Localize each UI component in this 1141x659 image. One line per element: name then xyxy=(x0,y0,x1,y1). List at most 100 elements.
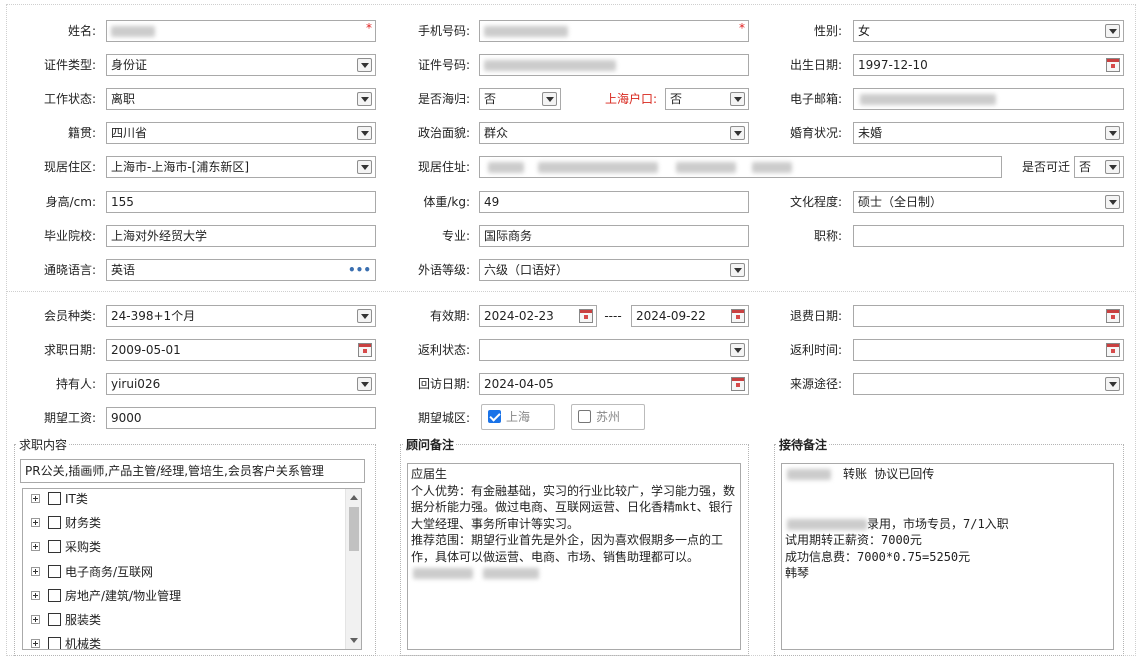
checkbox-icon[interactable] xyxy=(48,589,61,602)
scroll-down-icon[interactable] xyxy=(350,638,358,643)
chevron-down-icon[interactable] xyxy=(730,126,745,140)
chevron-down-icon[interactable] xyxy=(357,309,372,323)
name-field[interactable]: * xyxy=(106,20,376,42)
phone-field[interactable]: * xyxy=(479,20,749,42)
checkbox-icon[interactable] xyxy=(48,516,61,529)
scroll-up-icon[interactable] xyxy=(350,495,358,500)
revisit-date-field[interactable]: 2024-04-05 xyxy=(479,373,749,395)
weight-field[interactable]: 49 xyxy=(479,191,749,213)
city-suzhou-label: 苏州 xyxy=(596,410,621,424)
tree-item[interactable]: 机械类 xyxy=(31,634,101,649)
more-icon[interactable]: ••• xyxy=(348,260,371,280)
calendar-icon[interactable] xyxy=(731,309,745,323)
major-field[interactable]: 国际商务 xyxy=(479,225,749,247)
tree-item[interactable]: 服装类 xyxy=(31,610,101,630)
idno-field[interactable] xyxy=(479,54,749,76)
calendar-icon[interactable] xyxy=(1106,343,1120,357)
chevron-down-icon[interactable] xyxy=(730,92,745,106)
valid-to-field[interactable]: 2024-09-22 xyxy=(631,305,749,327)
tree-item[interactable]: 房地产/建筑/物业管理 xyxy=(31,586,181,606)
tree-item[interactable]: IT类 xyxy=(31,489,88,509)
calendar-icon[interactable] xyxy=(731,377,745,391)
checkbox-icon[interactable] xyxy=(48,613,61,626)
expand-icon[interactable] xyxy=(31,494,40,503)
weight-label: 体重/kg: xyxy=(423,195,470,209)
city-suzhou-checkbox[interactable]: 苏州 xyxy=(571,404,645,430)
refund-date-field[interactable] xyxy=(853,305,1124,327)
holder-select[interactable]: yirui026 xyxy=(106,373,376,395)
language-field[interactable]: 英语 ••• xyxy=(106,259,376,281)
marital-select[interactable]: 未婚 xyxy=(853,122,1124,144)
valid-from-field[interactable]: 2024-02-23 xyxy=(479,305,597,327)
idtype-select[interactable]: 身份证 xyxy=(106,54,376,76)
chevron-down-icon[interactable] xyxy=(730,343,745,357)
chevron-down-icon[interactable] xyxy=(357,92,372,106)
tree-item[interactable]: 电子商务/互联网 xyxy=(31,562,153,582)
expand-icon[interactable] xyxy=(31,591,40,600)
jobdate-field[interactable]: 2009-05-01 xyxy=(106,339,376,361)
birth-date-field[interactable]: 1997-12-10 xyxy=(853,54,1124,76)
calendar-icon[interactable] xyxy=(358,343,372,357)
expand-icon[interactable] xyxy=(31,615,40,624)
height-field[interactable]: 155 xyxy=(106,191,376,213)
checkbox-icon[interactable] xyxy=(48,540,61,553)
workstatus-select[interactable]: 离职 xyxy=(106,88,376,110)
calendar-icon[interactable] xyxy=(1106,309,1120,323)
tree-item[interactable]: 财务类 xyxy=(31,513,101,533)
chevron-down-icon[interactable] xyxy=(730,263,745,277)
school-label: 毕业院校: xyxy=(43,229,96,243)
school-value: 上海对外经贸大学 xyxy=(111,229,208,243)
salary-field[interactable]: 9000 xyxy=(106,407,376,429)
chevron-down-icon[interactable] xyxy=(1105,377,1120,391)
rebatetime-field[interactable] xyxy=(853,339,1124,361)
expand-icon[interactable] xyxy=(31,542,40,551)
political-select[interactable]: 群众 xyxy=(479,122,749,144)
calendar-icon[interactable] xyxy=(579,309,593,323)
chevron-down-icon[interactable] xyxy=(357,377,372,391)
checkbox-icon[interactable] xyxy=(48,565,61,578)
chevron-down-icon[interactable] xyxy=(357,160,372,174)
marital-label: 婚育状况: xyxy=(789,126,842,140)
calendar-icon[interactable] xyxy=(1106,58,1120,72)
source-select[interactable] xyxy=(853,373,1124,395)
native-select[interactable]: 四川省 xyxy=(106,122,376,144)
advisor-notes-textarea[interactable]: 应届生 个人优势：有金融基础，实习的行业比较广，学习能力强，数据分析能力强。做过… xyxy=(407,463,741,650)
expand-icon[interactable] xyxy=(31,567,40,576)
checkbox-icon[interactable] xyxy=(578,410,591,423)
chevron-down-icon[interactable] xyxy=(542,92,557,106)
tree-item[interactable]: 采购类 xyxy=(31,537,101,557)
chevron-down-icon[interactable] xyxy=(1105,160,1120,174)
residence-select[interactable]: 上海市-上海市-[浦东新区] xyxy=(106,156,376,178)
checkbox-icon[interactable] xyxy=(48,637,61,649)
expand-icon[interactable] xyxy=(31,518,40,527)
school-field[interactable]: 上海对外经贸大学 xyxy=(106,225,376,247)
tree-scrollbar[interactable] xyxy=(345,489,361,649)
source-label: 来源途径: xyxy=(789,377,842,391)
returnee-select[interactable]: 否 xyxy=(479,88,561,110)
chevron-down-icon[interactable] xyxy=(357,58,372,72)
checkbox-checked-icon[interactable] xyxy=(488,410,501,423)
chevron-down-icon[interactable] xyxy=(1105,195,1120,209)
reception-notes-textarea[interactable]: 转账 协议已回传 录用，市场专员，7/1入职 试用期转正薪资：7000元 成功信… xyxy=(781,463,1114,650)
address-field[interactable] xyxy=(479,156,1002,178)
expand-icon[interactable] xyxy=(31,639,40,648)
job-category-tree[interactable]: IT类 财务类 采购类 电子商务/互联网 房地产/建筑/物业管理 服装类 机械类 xyxy=(22,488,362,650)
hukou-select[interactable]: 否 xyxy=(665,88,749,110)
relocate-select[interactable]: 否 xyxy=(1074,156,1124,178)
political-label: 政治面貌: xyxy=(417,126,470,140)
scroll-thumb[interactable] xyxy=(349,507,359,551)
education-select[interactable]: 硕士（全日制） xyxy=(853,191,1124,213)
job-content-summary[interactable]: PR公关,插画师,产品主管/经理,管培生,会员客户关系管理 xyxy=(20,459,365,483)
city-shanghai-checkbox[interactable]: 上海 xyxy=(481,404,555,430)
gender-select[interactable]: 女 xyxy=(853,20,1124,42)
rebate-select[interactable] xyxy=(479,339,749,361)
langlevel-select[interactable]: 六级（口语好） xyxy=(479,259,749,281)
member-type-select[interactable]: 24-398+1个月 xyxy=(106,305,376,327)
chevron-down-icon[interactable] xyxy=(357,126,372,140)
chevron-down-icon[interactable] xyxy=(1105,24,1120,38)
member-type-label: 会员种类: xyxy=(43,309,96,323)
title-field[interactable] xyxy=(853,225,1124,247)
checkbox-icon[interactable] xyxy=(48,492,61,505)
chevron-down-icon[interactable] xyxy=(1105,126,1120,140)
email-field[interactable] xyxy=(853,88,1124,110)
